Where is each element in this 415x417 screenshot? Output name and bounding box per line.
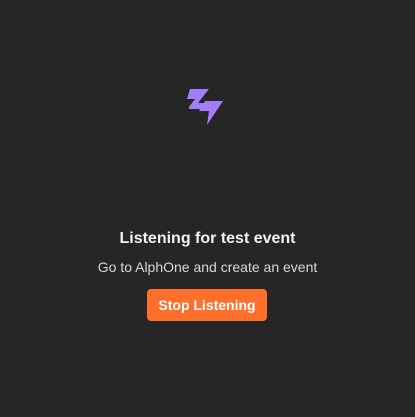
- page-title: Listening for test event: [119, 230, 296, 247]
- instruction-text: Go to AlphOne and create an event: [97, 259, 318, 275]
- lightning-bolt-icon: [185, 85, 229, 127]
- stop-listening-button[interactable]: Stop Listening: [147, 289, 267, 321]
- listening-panel: Listening for test event Go to AlphOne a…: [0, 0, 415, 417]
